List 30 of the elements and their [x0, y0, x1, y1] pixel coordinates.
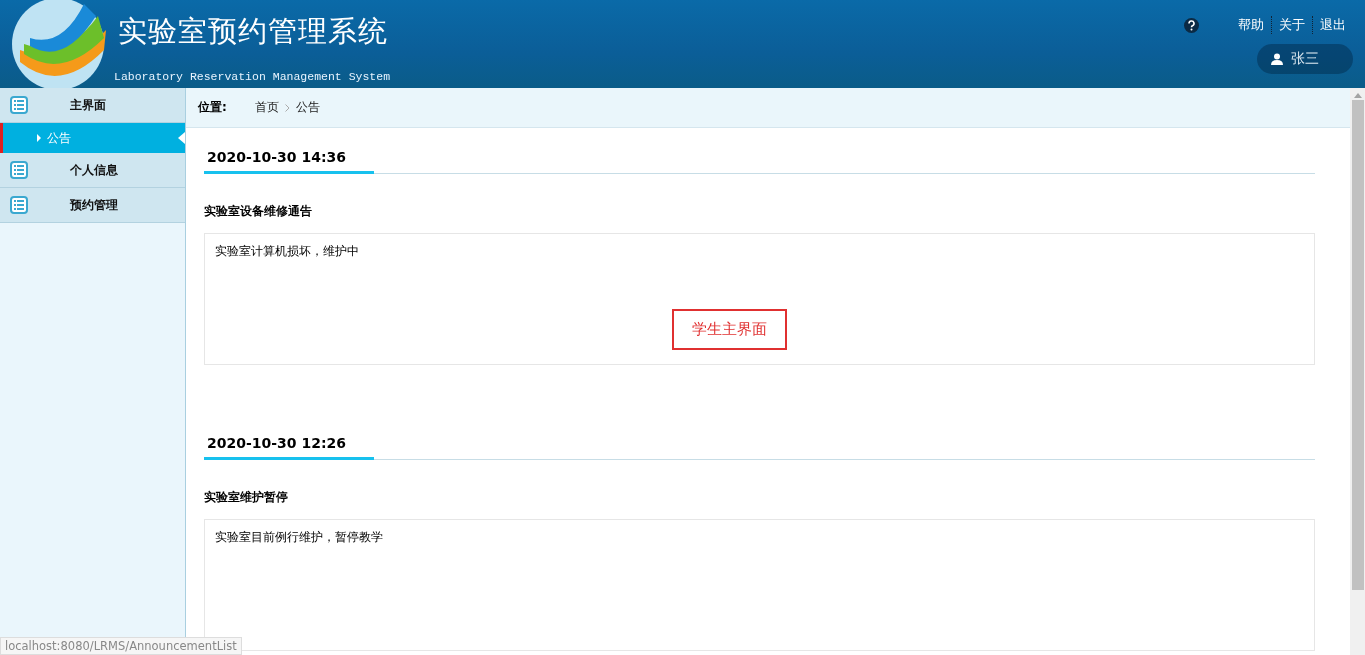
scroll-up-icon[interactable] [1353, 93, 1362, 98]
header-link[interactable]: 关于 [1271, 16, 1312, 34]
user-badge[interactable]: 张三 [1257, 44, 1353, 74]
user-icon [1271, 53, 1283, 65]
announcement-date: 2020-10-30 12:26 [204, 435, 374, 460]
annotation-label: 学生主界面 [672, 309, 787, 350]
status-url: localhost:8080/LRMS/AnnouncementList [0, 637, 242, 655]
app-subtitle: Laboratory Reservation Management System [114, 70, 391, 83]
list-icon [10, 96, 28, 114]
header-link[interactable]: 退出 [1312, 16, 1353, 34]
announcement-date: 2020-10-30 14:36 [204, 149, 374, 174]
chevron-icon [284, 103, 290, 112]
help-icon[interactable] [1184, 17, 1199, 33]
header-link[interactable]: 帮助 [1231, 16, 1271, 34]
scrollbar[interactable] [1350, 88, 1365, 655]
sidebar-group[interactable]: 个人信息 [0, 153, 185, 188]
sidebar-group[interactable]: 主界面 [0, 88, 185, 123]
breadcrumb-link[interactable]: 公告 [295, 99, 320, 116]
list-icon [10, 161, 28, 179]
breadcrumb-label: 位置: [198, 99, 227, 116]
announcement-title: 实验室设备维修通告 [204, 204, 313, 219]
list-icon [10, 196, 28, 214]
user-name: 张三 [1291, 50, 1319, 68]
app-title: 实验室预约管理系统 [118, 13, 389, 50]
breadcrumb-link[interactable]: 首页 [254, 99, 279, 116]
announcement-title: 实验室维护暂停 [204, 490, 289, 505]
announcement-body: 实验室目前例行维护，暂停教学 [215, 530, 383, 544]
announcement-body: 实验室计算机损坏，维护中 [215, 244, 359, 258]
sidebar-group[interactable]: 预约管理 [0, 188, 185, 223]
caret-icon [37, 134, 41, 142]
